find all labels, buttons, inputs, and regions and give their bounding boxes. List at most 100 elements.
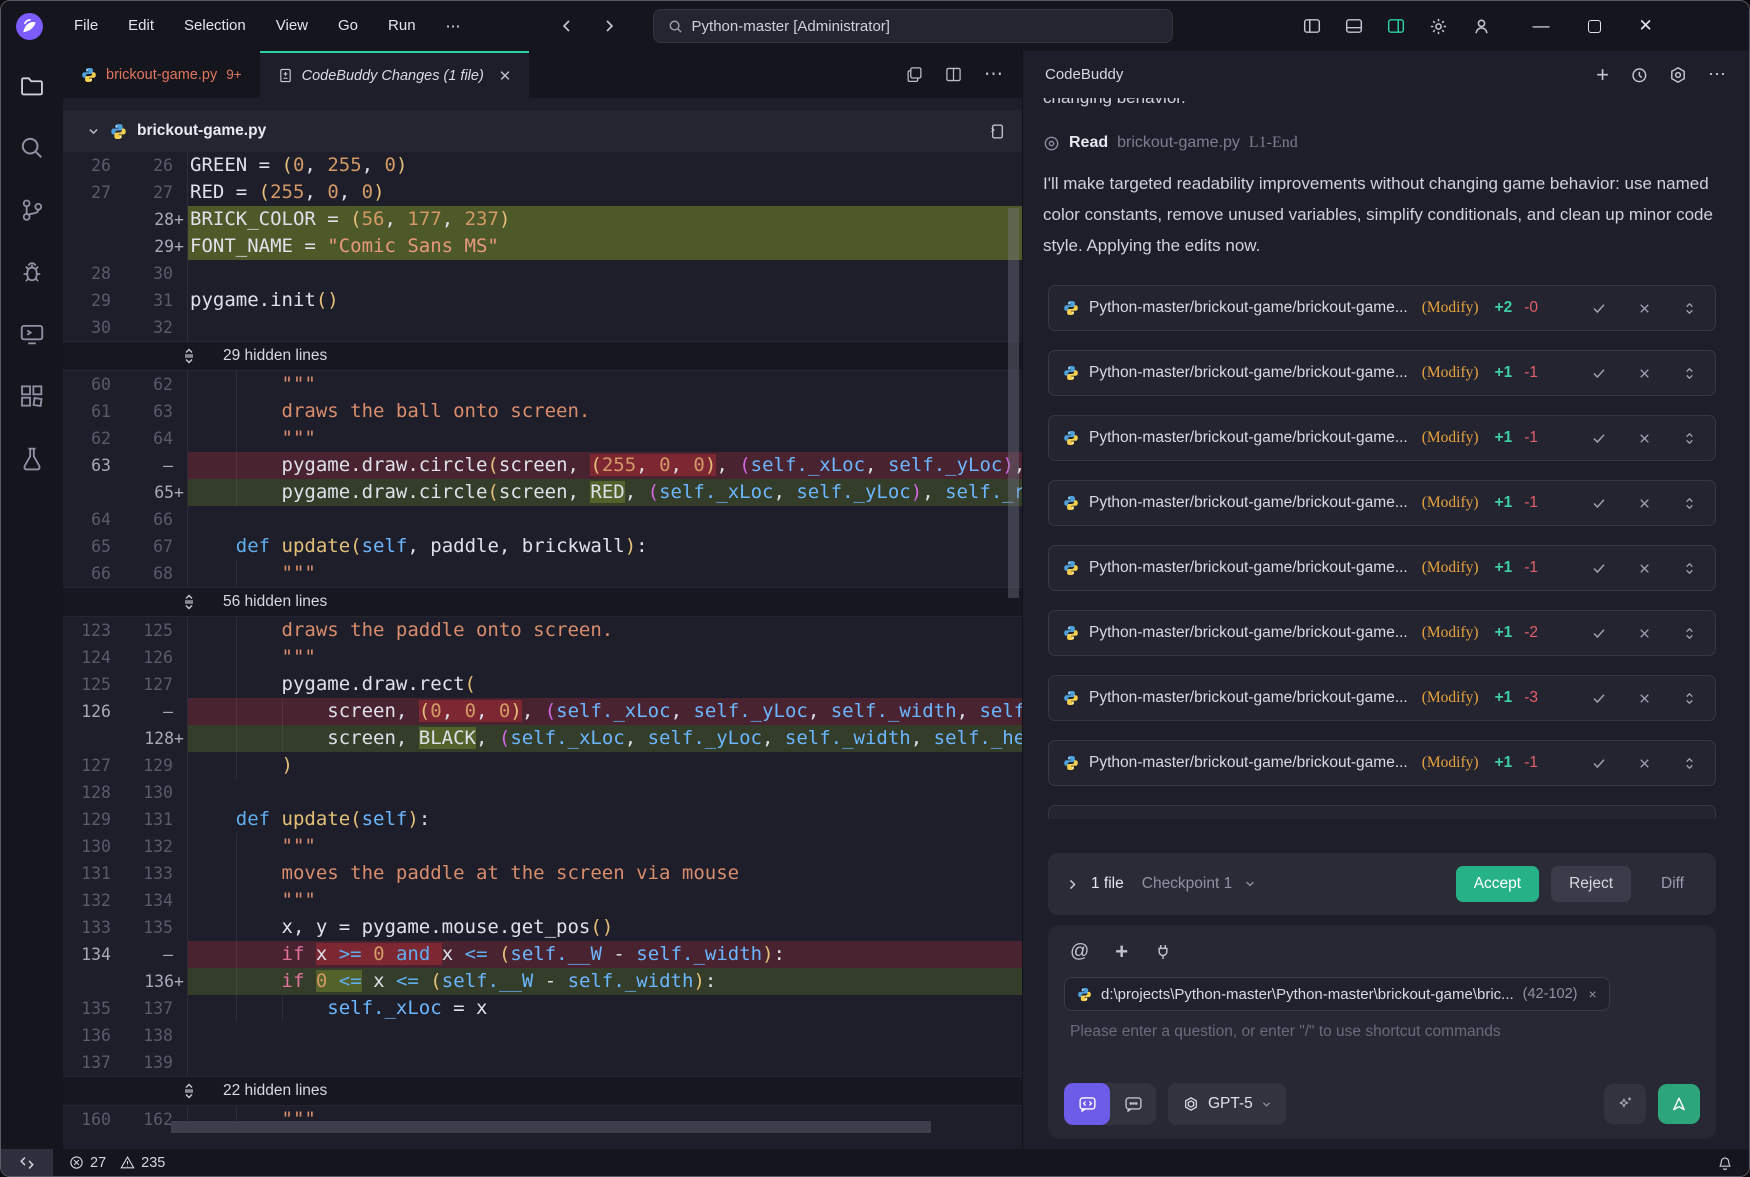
mention-icon[interactable]: @ xyxy=(1070,941,1089,963)
menu-go[interactable]: Go xyxy=(326,12,370,40)
open-changes-icon[interactable] xyxy=(906,66,923,83)
add-context-icon[interactable]: + xyxy=(1115,939,1128,965)
accept-change-icon[interactable] xyxy=(1591,560,1607,576)
expand-collapse-icon[interactable] xyxy=(1682,366,1697,381)
modified-file-card[interactable]: Python-master/brickout-game/brickout-gam… xyxy=(1048,415,1716,461)
reject-change-icon[interactable] xyxy=(1637,431,1652,446)
accept-change-icon[interactable] xyxy=(1591,690,1607,706)
editor-vertical-scrollbar[interactable] xyxy=(1008,204,1021,1105)
accept-change-icon[interactable] xyxy=(1591,300,1607,316)
modified-file-card[interactable]: Python-master/brickout-game/brickout-gam… xyxy=(1048,285,1716,331)
reject-change-icon[interactable] xyxy=(1637,366,1652,381)
tab-brickout-game[interactable]: brickout-game.py 9+ xyxy=(63,51,260,98)
remote-explorer-icon[interactable] xyxy=(19,321,45,347)
checkpoint-name[interactable]: Checkpoint 1 xyxy=(1142,875,1232,893)
command-search[interactable]: Python-master [Administrator] xyxy=(653,9,1173,43)
enhance-prompt-button[interactable] xyxy=(1604,1084,1646,1124)
reject-change-icon[interactable] xyxy=(1637,301,1652,316)
diff-button[interactable]: Diff xyxy=(1643,866,1702,902)
testing-icon[interactable] xyxy=(19,445,45,471)
send-button[interactable] xyxy=(1658,1084,1700,1124)
tab-close-icon[interactable]: ✕ xyxy=(499,67,512,85)
expand-collapse-icon[interactable] xyxy=(1682,626,1697,641)
modified-file-card[interactable]: Python-master/brickout-game/brickout-gam… xyxy=(1048,740,1716,786)
expand-collapse-icon[interactable] xyxy=(1682,496,1697,511)
editor-horizontal-scrollbar[interactable] xyxy=(63,1121,1022,1133)
mcp-plug-icon[interactable] xyxy=(1154,943,1172,961)
reject-change-icon[interactable] xyxy=(1637,626,1652,641)
panel-more-icon[interactable]: ⋯ xyxy=(1708,64,1727,85)
source-control-icon[interactable] xyxy=(19,197,45,223)
notifications-bell-icon[interactable] xyxy=(1717,1155,1733,1171)
open-file-icon[interactable] xyxy=(989,123,1006,140)
menu-view[interactable]: View xyxy=(264,12,320,40)
accept-change-icon[interactable] xyxy=(1591,625,1607,641)
accept-change-icon[interactable] xyxy=(1591,495,1607,511)
forward-icon[interactable] xyxy=(601,18,617,34)
expand-collapse-icon[interactable] xyxy=(1682,301,1697,316)
expand-collapse-icon[interactable] xyxy=(1682,561,1697,576)
diff-file-header[interactable]: brickout-game.py xyxy=(63,110,1022,152)
expand-collapse-icon[interactable] xyxy=(1682,691,1697,706)
menu-run[interactable]: Run xyxy=(376,12,428,40)
account-icon[interactable] xyxy=(1472,17,1491,36)
accept-change-icon[interactable] xyxy=(1591,755,1607,771)
settings-gear-icon[interactable] xyxy=(1429,17,1448,36)
modified-file-card[interactable]: Python-master/brickout-game/brickout-gam… xyxy=(1048,675,1716,721)
new-chat-icon[interactable]: + xyxy=(1596,62,1609,88)
menu-file[interactable]: File xyxy=(62,12,110,40)
reject-change-icon[interactable] xyxy=(1637,496,1652,511)
problems-summary[interactable]: 27 235 xyxy=(69,1155,173,1171)
modified-file-card[interactable]: Python-master/brickout-game/brickout-gam… xyxy=(1048,350,1716,396)
toggle-sidebar-left-icon[interactable] xyxy=(1303,17,1321,35)
hidden-lines-bar[interactable]: 29 hidden lines xyxy=(63,341,1022,371)
panel-settings-icon[interactable] xyxy=(1669,66,1687,84)
diff-line: 2830 xyxy=(63,260,1022,287)
input-placeholder[interactable]: Please enter a question, or enter "/" to… xyxy=(1064,1023,1700,1041)
toggle-sidebar-right-icon[interactable] xyxy=(1387,17,1405,35)
history-icon[interactable] xyxy=(1630,66,1648,84)
menu-selection[interactable]: Selection xyxy=(172,12,258,40)
chevron-down-icon[interactable] xyxy=(1244,878,1256,890)
close-window-button[interactable]: ✕ xyxy=(1639,16,1653,36)
maximize-button[interactable] xyxy=(1588,20,1601,33)
menu-edit[interactable]: Edit xyxy=(116,12,166,40)
reject-change-icon[interactable] xyxy=(1637,691,1652,706)
agent-mode-button[interactable] xyxy=(1064,1083,1110,1125)
accept-button[interactable]: Accept xyxy=(1456,866,1539,902)
reject-change-icon[interactable] xyxy=(1637,756,1652,771)
minimize-button[interactable]: — xyxy=(1533,16,1550,36)
modified-file-card[interactable]: Python-master/brickout-game/brickout-gam… xyxy=(1048,545,1716,591)
explorer-icon[interactable] xyxy=(19,73,45,99)
accept-change-icon[interactable] xyxy=(1591,430,1607,446)
model-selector[interactable]: GPT-5 xyxy=(1168,1083,1286,1125)
split-editor-icon[interactable] xyxy=(945,66,962,83)
context-file-chip[interactable]: d:\projects\Python-master\Python-master\… xyxy=(1064,977,1610,1011)
code-text xyxy=(187,314,1022,341)
read-action-row[interactable]: Read brickout-game.py L1-End xyxy=(1043,134,1716,152)
hidden-lines-bar[interactable]: 22 hidden lines xyxy=(63,1076,1022,1106)
modified-file-card[interactable]: Python-master/brickout-game/brickout-gam… xyxy=(1048,610,1716,656)
search-sidebar-icon[interactable] xyxy=(19,135,45,161)
chevron-right-icon[interactable] xyxy=(1066,878,1079,891)
back-icon[interactable] xyxy=(559,18,575,34)
extensions-icon[interactable] xyxy=(19,383,45,409)
error-icon xyxy=(69,1155,84,1170)
toggle-panel-bottom-icon[interactable] xyxy=(1345,17,1363,35)
chat-input-box[interactable]: @ + d:\projects\Python-master\Python-mas… xyxy=(1048,925,1716,1139)
more-actions-icon[interactable]: ⋯ xyxy=(984,63,1004,86)
chip-close-icon[interactable]: × xyxy=(1588,986,1596,1002)
remote-indicator[interactable] xyxy=(1,1149,53,1176)
run-debug-icon[interactable] xyxy=(19,259,45,285)
accept-change-icon[interactable] xyxy=(1591,365,1607,381)
modified-file-card[interactable] xyxy=(1048,805,1716,819)
expand-collapse-icon[interactable] xyxy=(1682,756,1697,771)
hidden-lines-bar[interactable]: 56 hidden lines xyxy=(63,587,1022,617)
reject-change-icon[interactable] xyxy=(1637,561,1652,576)
menu-more-icon[interactable]: ⋯ xyxy=(434,12,475,40)
reject-button[interactable]: Reject xyxy=(1551,866,1631,902)
tab-codebuddy-changes[interactable]: CodeBuddy Changes (1 file) ✕ xyxy=(260,51,530,98)
chat-mode-button[interactable] xyxy=(1110,1083,1156,1125)
modified-file-card[interactable]: Python-master/brickout-game/brickout-gam… xyxy=(1048,480,1716,526)
expand-collapse-icon[interactable] xyxy=(1682,431,1697,446)
